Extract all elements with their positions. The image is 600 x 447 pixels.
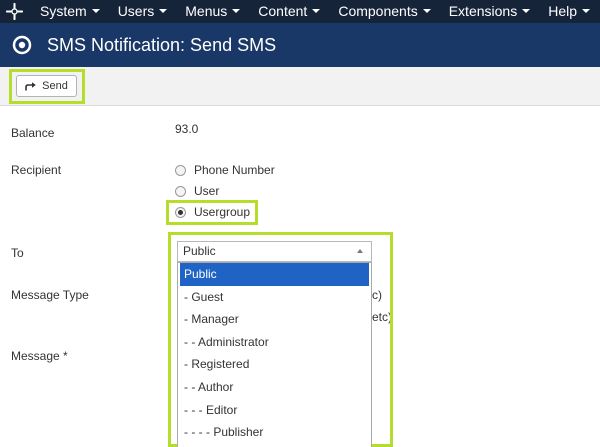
radio-user[interactable]: User (175, 184, 219, 198)
to-label: To (11, 246, 24, 260)
radio-usergroup[interactable]: Usergroup (175, 205, 250, 219)
dropdown-option-author[interactable]: - - Author (178, 376, 371, 399)
to-dropdown-list: Public - Guest - Manager - - Administrat… (177, 262, 372, 447)
chevron-down-icon (422, 9, 431, 14)
menu-components-label: Components (338, 3, 418, 19)
chevron-down-icon (582, 9, 590, 14)
chevron-down-icon (91, 9, 100, 14)
message-type-label: Message Type (11, 288, 89, 302)
menu-menus-label: Menus (185, 3, 228, 19)
menu-components[interactable]: Components (338, 0, 431, 23)
top-menu-bar: System Users Menus Content Components Ex… (0, 0, 600, 23)
chevron-down-icon (159, 9, 168, 14)
chevron-down-icon (232, 9, 241, 14)
balance-label: Balance (11, 126, 55, 140)
menu-content-label: Content (258, 3, 308, 19)
menu-users[interactable]: Users (118, 0, 168, 23)
chevron-down-icon (312, 9, 321, 14)
menu-users-label: Users (117, 3, 155, 19)
radio-button[interactable] (175, 164, 186, 176)
dropdown-option-editor[interactable]: - - - Editor (178, 399, 371, 422)
menu-extensions[interactable]: Extensions (448, 0, 531, 23)
dropdown-option-publisher[interactable]: - - - - Publisher (178, 421, 371, 444)
balance-value: 93.0 (175, 122, 199, 136)
menu-menus[interactable]: Menus (185, 0, 241, 23)
menu-help-label: Help (548, 3, 577, 19)
joomla-logo-icon[interactable] (6, 3, 23, 20)
recipient-label: Recipient (11, 163, 62, 177)
dropdown-option-guest[interactable]: - Guest (178, 286, 371, 309)
chevron-down-icon (522, 9, 531, 14)
radio-button[interactable] (175, 185, 186, 197)
radio-usergroup-label: Usergroup (194, 205, 251, 219)
main-menu: System Users Menus Content Components Ex… (40, 0, 600, 23)
menu-system-label: System (40, 3, 87, 19)
radio-button-checked[interactable] (175, 206, 186, 218)
menu-system[interactable]: System (40, 0, 100, 23)
send-button[interactable]: Send (16, 75, 77, 97)
send-button-label: Send (42, 80, 68, 92)
dropdown-option-public[interactable]: Public (180, 263, 369, 286)
radio-phone-number[interactable]: Phone Number (175, 163, 275, 177)
dropdown-option-manager[interactable]: - Manager (178, 308, 371, 331)
page-header: SMS Notification: Send SMS (0, 23, 600, 67)
menu-extensions-label: Extensions (448, 3, 518, 19)
to-select-value: Public (183, 244, 216, 258)
menu-content[interactable]: Content (258, 0, 321, 23)
target-icon (12, 35, 32, 55)
radio-user-label: User (194, 184, 220, 198)
share-arrow-icon (25, 81, 36, 90)
toolbar (0, 67, 600, 106)
page-title: SMS Notification: Send SMS (47, 35, 277, 55)
dropdown-option-registered[interactable]: - Registered (178, 353, 371, 376)
menu-help[interactable]: Help (548, 0, 590, 23)
radio-phone-number-label: Phone Number (194, 163, 275, 177)
message-label: Message * (11, 349, 68, 363)
to-select[interactable]: Public (177, 241, 372, 262)
chevron-up-icon (357, 249, 363, 253)
dropdown-option-administrator[interactable]: - - Administrator (178, 331, 371, 354)
